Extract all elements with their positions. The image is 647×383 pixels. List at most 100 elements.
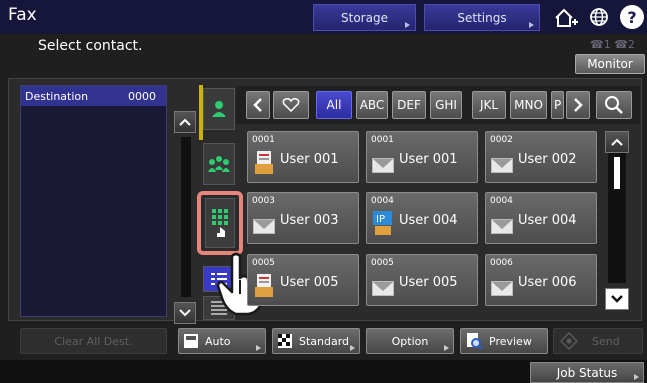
contact-name: User 002 <box>518 152 577 167</box>
preview-label: Preview <box>489 334 532 348</box>
contact-name: User 003 <box>280 213 339 228</box>
job-status-button[interactable]: Job Status <box>530 362 644 383</box>
group-icon <box>208 156 230 172</box>
chevron-left-icon <box>253 98 262 112</box>
destination-count: 0000 <box>128 89 156 103</box>
keypad-input-tab[interactable] <box>205 198 235 248</box>
contact-card[interactable]: 0002 User 002 <box>485 131 597 183</box>
contact-name: User 004 <box>399 213 458 228</box>
globe-icon <box>590 8 608 26</box>
option-button[interactable]: Option <box>366 328 454 354</box>
resolution-icon <box>278 334 292 348</box>
standard-label: Standard <box>299 334 350 348</box>
auto-label: Auto <box>205 334 231 348</box>
svg-text:IP: IP <box>376 214 385 225</box>
app-title: Fax <box>8 5 37 25</box>
send-button[interactable]: Send <box>553 328 643 354</box>
submenu-arrow-icon <box>256 345 261 351</box>
envelope-icon <box>491 158 513 173</box>
grid-scroll-down-button[interactable] <box>605 288 629 310</box>
contact-card[interactable]: 0006 User 006 <box>485 254 597 306</box>
fax-phone-icon <box>255 274 273 297</box>
storage-label: Storage <box>341 10 388 25</box>
auto-button[interactable]: Auto <box>178 328 266 354</box>
contact-number: 0005 <box>371 258 394 268</box>
group-contact-tab[interactable] <box>203 143 235 185</box>
help-button[interactable]: ? <box>620 5 644 29</box>
search-button[interactable] <box>596 91 632 119</box>
option-label: Option <box>391 334 429 348</box>
index-tab-ghi[interactable]: GHI <box>430 91 462 119</box>
index-tab-abc[interactable]: ABC <box>356 91 388 119</box>
submenu-arrow-icon <box>634 374 639 380</box>
contact-name: User 006 <box>518 275 577 290</box>
clear-all-destinations-button[interactable]: Clear All Dest. <box>20 328 167 354</box>
index-tab-mno[interactable]: MNO <box>510 91 547 119</box>
envelope-icon <box>253 219 275 234</box>
heart-icon <box>282 98 300 113</box>
index-prev-button[interactable] <box>246 91 270 119</box>
send-diamond-icon <box>560 332 578 350</box>
destination-header: Destination 0000 <box>21 86 166 106</box>
contact-card[interactable]: 0004 IP User 004 <box>366 192 478 244</box>
chevron-up-icon <box>179 118 191 126</box>
index-tab-all[interactable]: All <box>316 91 352 119</box>
language-button[interactable] <box>585 4 613 31</box>
contact-name: User 005 <box>399 275 458 290</box>
storage-button[interactable]: Storage <box>313 4 416 31</box>
resolution-button[interactable]: Standard <box>272 328 360 354</box>
dest-scroll-up-button[interactable] <box>174 111 196 133</box>
contact-name: User 005 <box>280 275 339 290</box>
dest-scroll-down-button[interactable] <box>174 302 196 324</box>
settings-label: Settings <box>457 10 507 25</box>
contact-name: User 001 <box>399 152 458 167</box>
destination-label: Destination <box>25 89 89 103</box>
person-icon <box>212 101 226 117</box>
preview-magnifier-icon <box>467 333 483 350</box>
job-status-label: Job Status <box>556 365 618 380</box>
chevron-right-icon <box>574 98 583 112</box>
fax-phone-icon <box>255 151 273 174</box>
contact-card[interactable]: 0003 User 003 <box>247 192 359 244</box>
contact-number: 0001 <box>252 135 275 145</box>
single-contact-tab[interactable] <box>203 88 235 130</box>
contact-number: 0003 <box>252 196 275 206</box>
preview-button[interactable]: Preview <box>460 328 548 354</box>
contact-name: User 001 <box>280 152 339 167</box>
grid-scroll-up-button[interactable] <box>605 131 629 153</box>
favorites-tab[interactable] <box>273 91 309 119</box>
keypad-icon <box>212 209 228 237</box>
index-tab-partial[interactable]: P <box>551 91 564 119</box>
home-plus-icon <box>555 8 578 27</box>
monitor-button[interactable]: Monitor <box>575 54 645 74</box>
index-tab-def[interactable]: DEF <box>392 91 426 119</box>
submenu-arrow-icon <box>350 345 355 351</box>
dest-scrollbar[interactable] <box>181 137 191 297</box>
settings-button[interactable]: Settings <box>424 4 540 31</box>
contact-card[interactable]: 0001 User 001 <box>366 131 478 183</box>
contact-card[interactable]: 0005 User 005 <box>247 254 359 306</box>
search-icon <box>605 96 623 114</box>
contact-card[interactable]: 0001 User 001 <box>247 131 359 183</box>
grid-scrollbar[interactable] <box>608 153 626 283</box>
envelope-icon <box>491 219 513 234</box>
ip-fax-icon: IP <box>373 211 392 235</box>
chevron-down-icon <box>179 309 191 317</box>
index-next-button[interactable] <box>566 91 590 119</box>
envelope-icon <box>372 158 394 173</box>
destination-list[interactable] <box>20 85 167 317</box>
contact-number: 0001 <box>371 135 394 145</box>
instruction-text: Select contact. <box>38 38 143 54</box>
home-plus-button[interactable] <box>550 4 580 31</box>
index-tab-jkl[interactable]: JKL <box>472 91 506 119</box>
color-mode-icon <box>184 334 198 348</box>
send-label: Send <box>592 334 620 348</box>
contact-card[interactable]: 0005 User 005 <box>366 254 478 306</box>
envelope-icon <box>372 281 394 296</box>
submenu-arrow-icon <box>444 345 449 351</box>
grid-scrollbar-thumb[interactable] <box>614 157 620 189</box>
contact-number: 0006 <box>490 258 513 268</box>
contact-card[interactable]: 0004 User 004 <box>485 192 597 244</box>
contact-number: 0002 <box>490 135 513 145</box>
contact-name: User 004 <box>518 213 577 228</box>
